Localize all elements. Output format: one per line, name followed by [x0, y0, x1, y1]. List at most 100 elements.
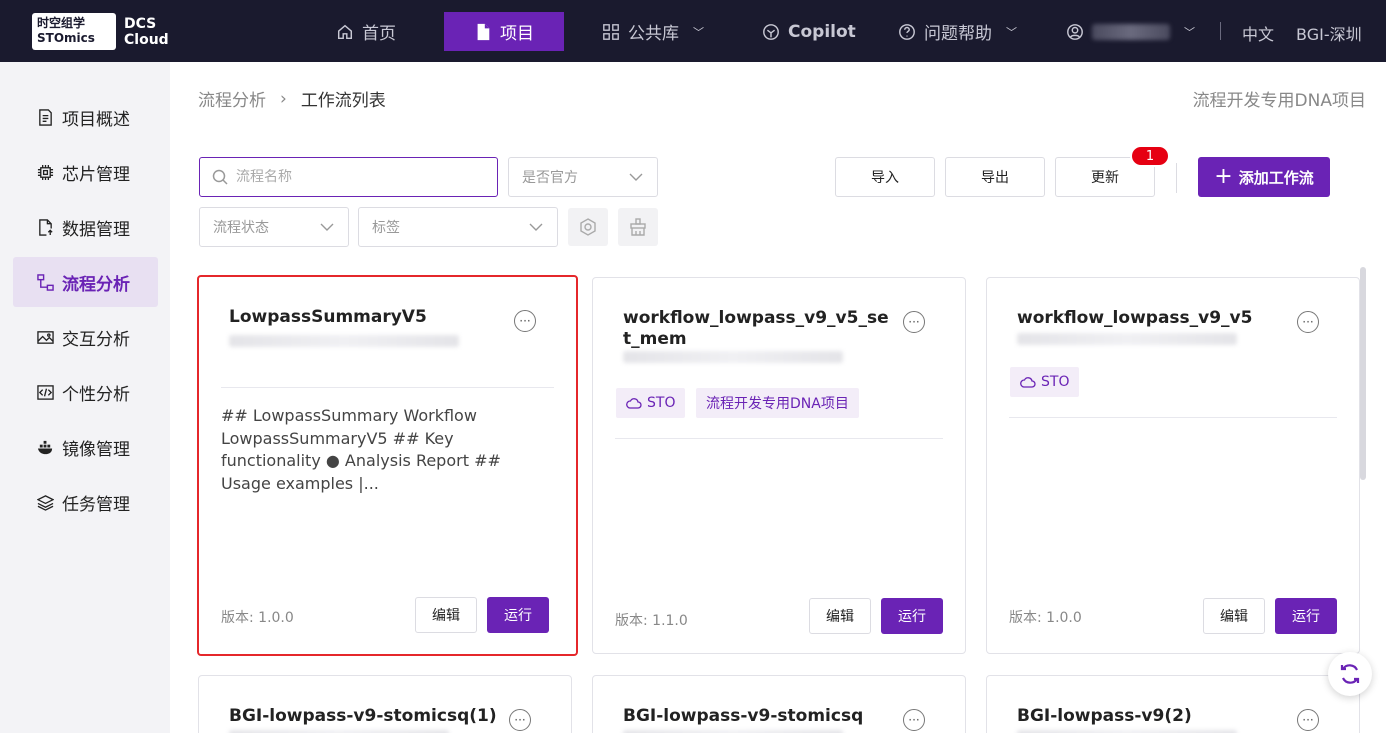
workflow-card[interactable]: LowpassSummaryV5 ··· ## LowpassSummary W… [197, 275, 578, 656]
more-options-icon[interactable]: ··· [903, 311, 925, 333]
code-icon [37, 384, 54, 400]
edit-button[interactable]: 编辑 [1203, 598, 1265, 634]
sidebar-item-custom[interactable]: 个性分析 [13, 367, 158, 417]
nav-project[interactable]: 项目 [444, 12, 564, 51]
stomics-logo: 时空组学 STOmics [32, 13, 116, 50]
workflow-version: 版本: 1.0.0 [221, 610, 294, 626]
user-icon [1067, 23, 1083, 40]
search-box[interactable] [199, 157, 498, 197]
workflow-card[interactable]: workflow_lowpass_v9_v5 ··· STO 版本: 1.0.0… [986, 277, 1360, 654]
run-button[interactable]: 运行 [881, 598, 943, 634]
workflow-card[interactable]: BGI-lowpass-v9-stomicsq ··· [592, 675, 966, 733]
workflow-title[interactable]: BGI-lowpass-v9-stomicsq(1) [229, 706, 499, 727]
export-button[interactable]: 导出 [945, 157, 1045, 197]
tag-sto: STO [1010, 367, 1080, 397]
workflow-description: ## LowpassSummary Workflow LowpassSummar… [221, 406, 501, 493]
chevron-down-icon: ﹀ [1184, 25, 1195, 39]
run-button[interactable]: 运行 [487, 597, 549, 633]
workflow-title[interactable]: BGI-lowpass-v9-stomicsq [623, 706, 893, 727]
workflow-card[interactable]: BGI-lowpass-v9-stomicsq(1) ··· [198, 675, 572, 733]
update-count-badge: 1 [1130, 145, 1170, 167]
broom-icon [630, 218, 646, 236]
sidebar-item-tasks[interactable]: 任务管理 [13, 477, 158, 527]
card-meta-redacted [623, 351, 843, 363]
breadcrumb-parent[interactable]: 流程分析 [198, 86, 266, 111]
home-icon [337, 24, 353, 39]
chevron-down-icon [629, 173, 643, 181]
more-options-icon[interactable]: ··· [509, 709, 531, 731]
edit-button[interactable]: 编辑 [809, 598, 871, 634]
scrollbar[interactable] [1360, 267, 1366, 480]
tag-sto: STO [616, 388, 686, 418]
sidebar: 项目概述 芯片管理 数据管理 流程分析 交互分析 个性分析 镜像管理 任务管理 [0, 62, 170, 733]
chevron-down-icon [320, 223, 334, 231]
edit-button[interactable]: 编辑 [415, 597, 477, 633]
user-menu[interactable]: ﹀ [1054, 12, 1207, 51]
sidebar-item-workflow[interactable]: 流程分析 [13, 257, 158, 307]
nav-public-library[interactable]: 公共库 ﹀ [590, 12, 716, 51]
search-icon [212, 169, 228, 185]
copilot-icon [763, 23, 779, 40]
tag-project: 流程开发专用DNA项目 [696, 388, 859, 418]
add-workflow-button[interactable]: + 添加工作流 [1198, 157, 1330, 197]
clear-filter-button[interactable] [618, 208, 658, 246]
card-divider [1009, 417, 1337, 418]
language-switch[interactable]: 中文 [1242, 21, 1274, 45]
nav-divider [1220, 22, 1221, 40]
workflow-card[interactable]: workflow_lowpass_v9_v5_set_mem ··· STO 流… [592, 277, 966, 654]
workflow-title[interactable]: workflow_lowpass_v9_v5_set_mem [623, 308, 893, 350]
cloud-icon [626, 398, 642, 409]
workflow-title[interactable]: workflow_lowpass_v9_v5 [1017, 308, 1287, 329]
sidebar-item-overview[interactable]: 项目概述 [13, 92, 158, 142]
layers-icon [37, 494, 54, 511]
workflow-version: 版本: 1.0.0 [1009, 610, 1082, 626]
nav-help[interactable]: 问题帮助 ﹀ [886, 12, 1029, 51]
more-options-icon[interactable]: ··· [1297, 709, 1319, 731]
region-switch[interactable]: BGI-深圳 [1296, 21, 1362, 45]
workflow-title[interactable]: LowpassSummaryV5 [229, 307, 499, 328]
sidebar-item-data[interactable]: 数据管理 [13, 202, 158, 252]
top-navbar: 时空组学 STOmics DCS Cloud 首页 项目 公共库 ﹀ Copil… [0, 0, 1386, 62]
breadcrumb-separator-icon: › [280, 88, 287, 109]
status-select[interactable]: 流程状态 [199, 207, 349, 247]
chevron-down-icon: ﹀ [693, 25, 704, 39]
document-icon [39, 108, 52, 126]
tag-select[interactable]: 标签 [358, 207, 558, 247]
refresh-button[interactable] [1328, 652, 1372, 696]
card-meta-redacted [1017, 333, 1237, 345]
nav-copilot[interactable]: Copilot [750, 12, 868, 51]
search-input[interactable] [236, 169, 476, 185]
workflow-version: 版本: 1.1.0 [615, 613, 688, 629]
data-upload-icon [39, 218, 53, 236]
sidebar-item-interactive[interactable]: 交互分析 [13, 312, 158, 362]
run-button[interactable]: 运行 [1275, 598, 1337, 634]
official-select[interactable]: 是否官方 [508, 157, 658, 197]
sidebar-item-image-mgmt[interactable]: 镜像管理 [13, 422, 158, 472]
project-name: 流程开发专用DNA项目 [1192, 91, 1366, 111]
sidebar-item-chip[interactable]: 芯片管理 [13, 147, 158, 197]
more-options-icon[interactable]: ··· [514, 310, 536, 332]
more-options-icon[interactable]: ··· [1297, 311, 1319, 333]
docker-icon [37, 440, 53, 454]
workflow-title[interactable]: BGI-lowpass-v9(2) [1017, 706, 1287, 727]
breadcrumb-current: 工作流列表 [300, 91, 386, 111]
card-divider [221, 387, 554, 388]
file-icon [477, 23, 490, 40]
import-button[interactable]: 导入 [835, 157, 935, 197]
grid-icon [603, 23, 619, 40]
more-options-icon[interactable]: ··· [903, 709, 925, 731]
plus-icon: + [1214, 164, 1233, 189]
settings-filter-button[interactable] [568, 208, 608, 246]
breadcrumb: 流程分析 › 工作流列表 [198, 86, 386, 112]
card-meta-redacted [229, 335, 459, 347]
cloud-icon [1020, 377, 1036, 388]
dcs-cloud-logo: DCS Cloud [124, 15, 169, 48]
main-content: 流程分析 › 工作流列表 流程开发专用DNA项目 是否官方 流程状态 标签 导入… [170, 62, 1386, 733]
refresh-icon [1340, 664, 1360, 684]
nav-home[interactable]: 首页 [324, 12, 408, 51]
workflow-card[interactable]: BGI-lowpass-v9(2) ··· [986, 675, 1360, 733]
flow-icon [37, 273, 54, 291]
brand-logo[interactable]: 时空组学 STOmics DCS Cloud [32, 13, 169, 50]
chevron-down-icon [529, 223, 543, 231]
card-divider [615, 438, 943, 439]
